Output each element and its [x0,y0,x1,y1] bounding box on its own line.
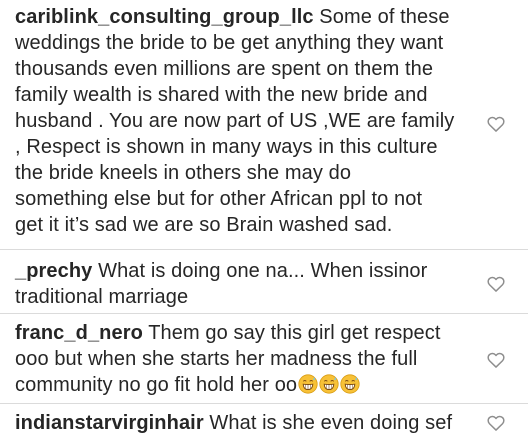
comment-text-line: Some of these [319,6,450,28]
comment-text-line: thousands even millions are spent on the… [15,58,434,80]
comment-text-line: traditional marriage [15,286,189,308]
comment-divider [0,313,528,314]
grinning-sweat-emoji [298,374,318,394]
heart-outline-icon[interactable] [486,413,506,433]
comment-text-line: What is doing one na... When issinor [98,260,428,282]
comment-text-line: the bride kneels in others she may do [15,162,352,184]
grinning-sweat-emoji [340,374,360,394]
comment-text-line: weddings the bride to be get anything th… [15,32,444,54]
comment-text-line: family wealth is shared with the new bri… [15,84,428,106]
heart-outline-icon[interactable] [486,274,506,294]
comment-text-line: ooo but when she starts her madness the … [15,348,418,370]
comment-text-line: get it it’s sad we are so Brain washed s… [15,214,393,236]
comment-text-line: Them go say this girl get respect [148,322,441,344]
comment-text-line: something else but for other African ppl… [15,188,423,210]
comment-username[interactable]: _prechy [15,260,92,282]
heart-outline-icon[interactable] [486,350,506,370]
comment-divider [0,249,528,250]
comment-text-line: What is she even doing sef [209,412,453,434]
comment-text-line: husband . You are now part of US ,WE are… [15,110,455,132]
comment-text-line: community no go fit hold her oo [15,374,298,396]
comment-username[interactable]: cariblink_consulting_group_llc [15,6,314,28]
grinning-sweat-emoji [319,374,339,394]
comment-text-line: , Respect is shown in many ways in this … [15,136,438,158]
comment-username[interactable]: indianstarvirginhair [15,412,204,434]
heart-outline-icon[interactable] [486,114,506,134]
comment-username[interactable]: franc_d_nero [15,322,143,344]
comment-divider [0,403,528,404]
